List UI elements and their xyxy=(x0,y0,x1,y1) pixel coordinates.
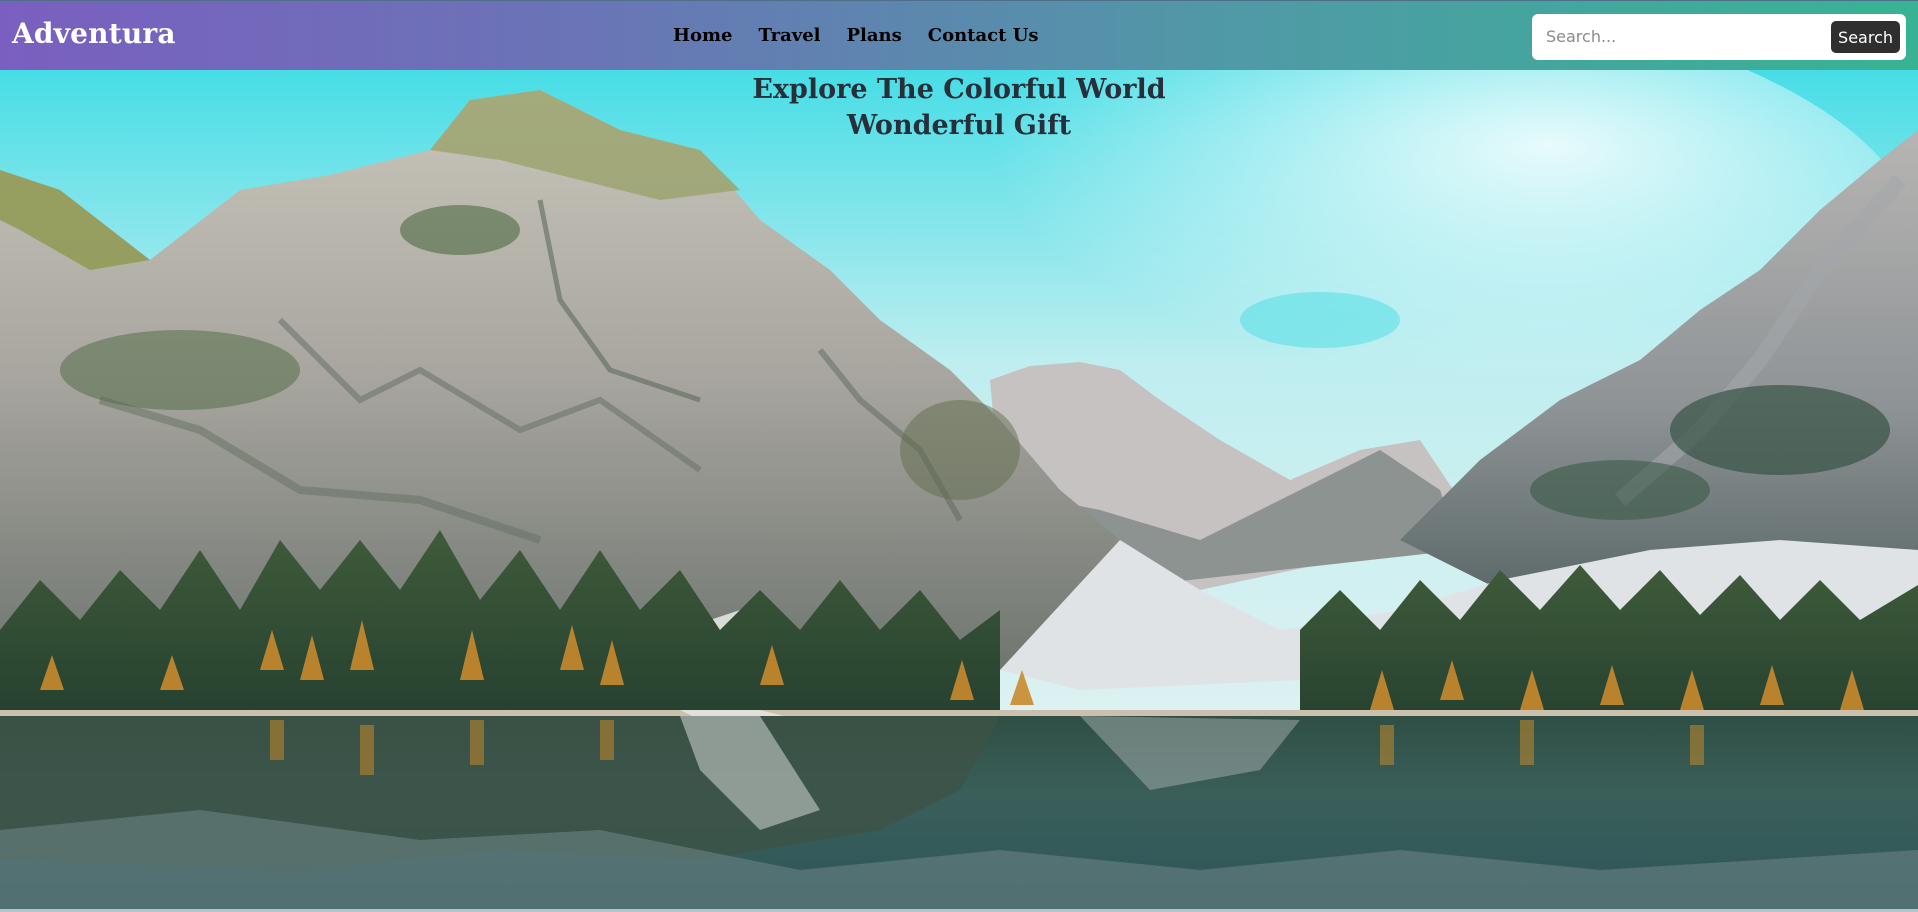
nav-link-contact-us[interactable]: Contact Us xyxy=(928,25,1039,47)
brand-logo[interactable]: Adventura xyxy=(12,17,176,51)
nav-link-plans[interactable]: Plans xyxy=(847,25,902,47)
nav-link-travel[interactable]: Travel xyxy=(759,25,821,47)
search-button[interactable]: Search xyxy=(1831,21,1900,53)
search-form: Search xyxy=(1532,14,1906,60)
hero-section: Explore The Colorful World Wonderful Gif… xyxy=(0,70,1918,912)
hero-background-image xyxy=(0,70,1918,912)
hero-headline-line2: Wonderful Gift xyxy=(846,110,1072,141)
search-input[interactable] xyxy=(1542,22,1818,50)
page: Adventura Home Travel Plans Contact Us S… xyxy=(0,0,1918,912)
navbar: Adventura Home Travel Plans Contact Us S… xyxy=(0,0,1918,70)
hero-headline: Explore The Colorful World Wonderful Gif… xyxy=(0,72,1918,144)
hero-headline-line1: Explore The Colorful World xyxy=(752,74,1166,105)
nav-link-home[interactable]: Home xyxy=(673,25,733,47)
nav-menu: Home Travel Plans Contact Us xyxy=(673,25,1039,47)
